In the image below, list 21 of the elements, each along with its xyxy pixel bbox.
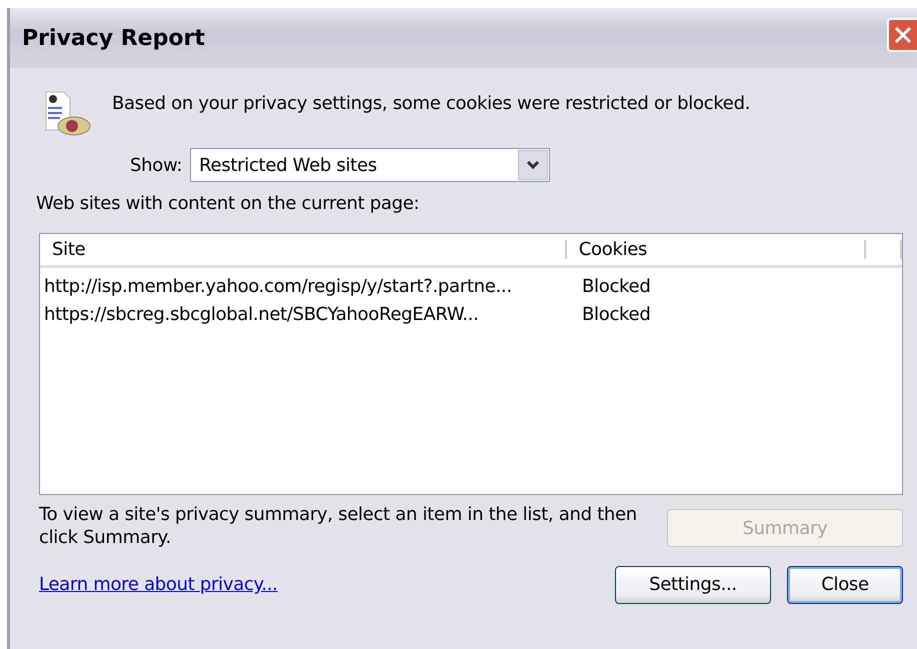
show-label: Show: <box>130 154 182 178</box>
list-label: Web sites with content on the current page: <box>36 192 420 216</box>
close-dialog-button[interactable]: Close <box>787 566 903 604</box>
show-dropdown[interactable]: Restricted Web sites <box>190 148 550 182</box>
cookies-cell-text: Blocked <box>581 274 650 298</box>
site-cell-text: https://sbcreg.sbcglobal.net/SBCYahooRegEARW... <box>43 302 480 326</box>
window-title: Privacy Report <box>22 24 205 52</box>
hint-text: To view a site's privacy summary, select an item in the list, and then click Summary. <box>39 503 638 550</box>
learn-more-link[interactable]: Learn more about privacy... <box>39 571 278 598</box>
cookies-cell-text: Blocked <box>581 302 650 326</box>
settings-button[interactable]: Settings... <box>615 566 771 604</box>
message-text: Based on your privacy settings, some cookies were restricted or blocked. <box>112 92 750 116</box>
column-header[interactable]: Cookies <box>566 240 866 259</box>
site-row[interactable]: https://sbcreg.sbcglobal.net/SBCYahooRegEARW... Blocked <box>40 300 902 328</box>
close-button[interactable] <box>887 18 917 52</box>
site-row[interactable]: http://isp.member.yahoo.com/regisp/y/start?.partne... Blocked <box>40 272 902 300</box>
chevron-down-icon <box>527 160 540 170</box>
dropdown-button[interactable] <box>518 150 548 180</box>
site-cell-text: http://isp.member.yahoo.com/regisp/y/start?.partne... <box>43 274 513 298</box>
close-icon <box>893 25 913 45</box>
column-header[interactable]: Site <box>40 240 567 259</box>
